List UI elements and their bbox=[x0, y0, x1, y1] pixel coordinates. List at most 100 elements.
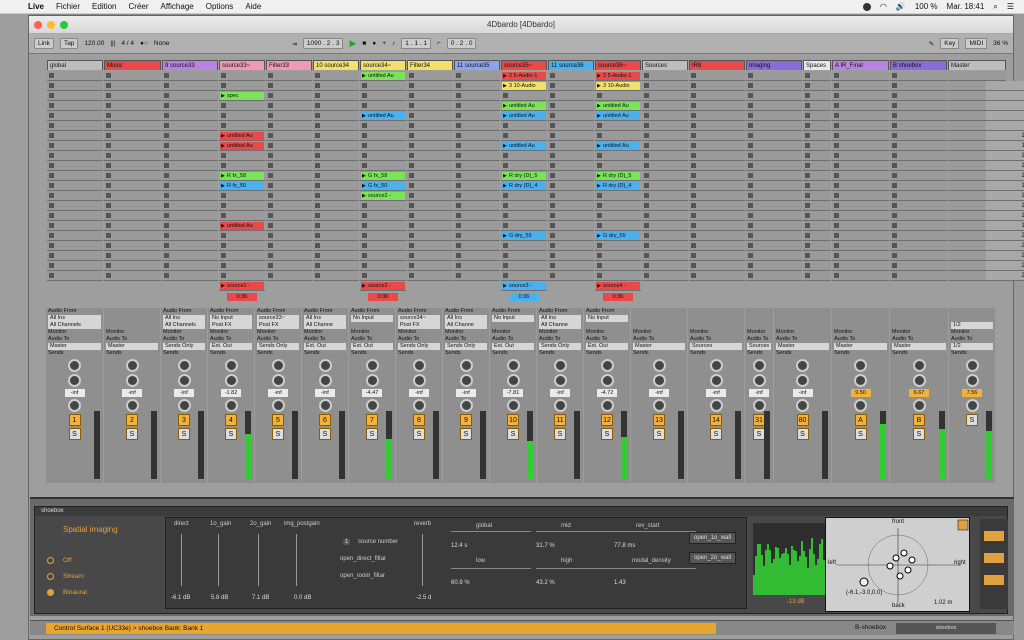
clip-slot[interactable] bbox=[454, 231, 500, 241]
stop-icon[interactable] bbox=[106, 273, 111, 278]
scene-slot[interactable]: 21 bbox=[986, 241, 1024, 251]
playing-clip[interactable]: source2 - bbox=[361, 282, 405, 290]
solo-button[interactable]: S bbox=[710, 428, 722, 440]
stop-icon[interactable] bbox=[550, 253, 555, 258]
stop-icon[interactable] bbox=[49, 153, 54, 158]
stop-icon[interactable] bbox=[550, 143, 555, 148]
send-knob[interactable] bbox=[68, 359, 81, 372]
audio-to-select[interactable]: Master bbox=[776, 343, 829, 350]
clip-slot[interactable] bbox=[832, 161, 889, 171]
stop-icon[interactable] bbox=[805, 103, 810, 108]
global-slider[interactable] bbox=[451, 531, 531, 532]
stop-icon[interactable] bbox=[49, 143, 54, 148]
clip-slot[interactable] bbox=[642, 131, 688, 141]
stop-icon[interactable] bbox=[268, 133, 273, 138]
send-knob[interactable] bbox=[365, 359, 379, 372]
clip-slot[interactable] bbox=[454, 201, 500, 211]
track-activator[interactable]: A bbox=[854, 414, 867, 426]
stop-icon[interactable] bbox=[834, 263, 839, 268]
stop-icon[interactable] bbox=[550, 83, 555, 88]
stop-icon[interactable] bbox=[748, 263, 753, 268]
clip-slot[interactable] bbox=[454, 211, 500, 221]
track-header[interactable]: Imaging bbox=[746, 60, 802, 70]
stop-icon[interactable] bbox=[164, 143, 169, 148]
stop-icon[interactable] bbox=[409, 253, 414, 258]
audio-to-select[interactable]: Master bbox=[48, 343, 101, 350]
clip-slot[interactable]: G dry_55 bbox=[501, 231, 547, 241]
stop-icon[interactable] bbox=[834, 273, 839, 278]
stop-icon[interactable] bbox=[106, 243, 111, 248]
volume-value[interactable]: -4.72 bbox=[597, 389, 617, 397]
clip[interactable]: untitled Au bbox=[502, 102, 546, 110]
stop-icon[interactable] bbox=[748, 273, 753, 278]
send-knob[interactable] bbox=[600, 374, 614, 387]
clip-slot[interactable] bbox=[746, 241, 802, 251]
modal-density-slider[interactable] bbox=[616, 568, 696, 569]
clip-slot[interactable] bbox=[890, 181, 947, 191]
clip-slot[interactable] bbox=[548, 231, 594, 241]
clip-slot[interactable] bbox=[746, 121, 802, 131]
playing-slot[interactable]: source2 - bbox=[360, 281, 406, 291]
clip-slot[interactable] bbox=[642, 261, 688, 271]
clip-slot[interactable] bbox=[642, 251, 688, 261]
clip-slot[interactable] bbox=[548, 101, 594, 111]
pan-knob[interactable] bbox=[652, 399, 666, 412]
stop-icon[interactable] bbox=[362, 213, 367, 218]
volume-value[interactable]: -inf bbox=[456, 389, 476, 397]
pan-knob[interactable] bbox=[709, 399, 723, 412]
clip-slot[interactable] bbox=[803, 181, 831, 191]
clip-slot[interactable] bbox=[313, 221, 359, 231]
channel-select[interactable]: All Channels bbox=[163, 322, 205, 329]
clip-slot[interactable] bbox=[595, 161, 641, 171]
stop-icon[interactable] bbox=[597, 263, 602, 268]
scene-slot[interactable]: 18 bbox=[986, 211, 1024, 221]
audio-to-select[interactable]: Ext. Out bbox=[351, 343, 393, 350]
clip-slot[interactable] bbox=[407, 171, 453, 181]
stop-icon[interactable] bbox=[268, 83, 273, 88]
clip-slot[interactable] bbox=[313, 151, 359, 161]
clip-slot[interactable] bbox=[803, 261, 831, 271]
stop-icon[interactable] bbox=[597, 253, 602, 258]
volume-value[interactable]: -7.81 bbox=[503, 389, 523, 397]
stop-icon[interactable] bbox=[164, 253, 169, 258]
clip-slot[interactable] bbox=[47, 81, 103, 91]
stop-icon[interactable] bbox=[49, 213, 54, 218]
send-knob[interactable] bbox=[553, 374, 567, 387]
clip-slot[interactable] bbox=[266, 71, 312, 81]
send-knob[interactable] bbox=[912, 359, 926, 372]
stop-icon[interactable] bbox=[315, 133, 320, 138]
stop-icon[interactable] bbox=[362, 83, 367, 88]
track-header[interactable]: global bbox=[47, 60, 103, 70]
stop-icon[interactable] bbox=[362, 153, 367, 158]
channel-select[interactable]: Post FX bbox=[210, 322, 252, 329]
clip-slot[interactable] bbox=[162, 241, 218, 251]
track-header[interactable]: 11 source36 bbox=[548, 60, 594, 70]
clip-slot[interactable] bbox=[803, 271, 831, 281]
menu-fichier[interactable]: Fichier bbox=[50, 2, 86, 11]
clip-slot[interactable] bbox=[162, 91, 218, 101]
stop-icon[interactable] bbox=[503, 193, 508, 198]
stop-icon[interactable] bbox=[503, 153, 508, 158]
clip-slot[interactable] bbox=[548, 171, 594, 181]
stop-icon[interactable] bbox=[503, 133, 508, 138]
menu-options[interactable]: Options bbox=[200, 2, 240, 11]
clip-slot[interactable] bbox=[746, 91, 802, 101]
stop-icon[interactable] bbox=[456, 93, 461, 98]
track-activator[interactable]: 11 bbox=[554, 414, 566, 426]
clip-slot[interactable] bbox=[266, 241, 312, 251]
mode-off-radio[interactable] bbox=[47, 557, 54, 564]
stop-icon[interactable] bbox=[409, 223, 414, 228]
clip[interactable]: G fx_50 bbox=[361, 182, 405, 190]
clip-slot[interactable] bbox=[746, 181, 802, 191]
stop-icon[interactable] bbox=[691, 193, 696, 198]
open-room-filter-button[interactable]: open_room_filtar bbox=[340, 573, 385, 579]
stop-icon[interactable] bbox=[164, 203, 169, 208]
clip-slot[interactable] bbox=[407, 121, 453, 131]
clip[interactable]: 3 10-Audio bbox=[596, 82, 640, 90]
stop-icon[interactable] bbox=[691, 243, 696, 248]
stop-icon[interactable] bbox=[456, 113, 461, 118]
stop-icon[interactable] bbox=[315, 153, 320, 158]
scene-slot[interactable]: 24 bbox=[986, 271, 1024, 281]
clip-slot[interactable] bbox=[595, 241, 641, 251]
pan-knob[interactable] bbox=[796, 399, 809, 412]
